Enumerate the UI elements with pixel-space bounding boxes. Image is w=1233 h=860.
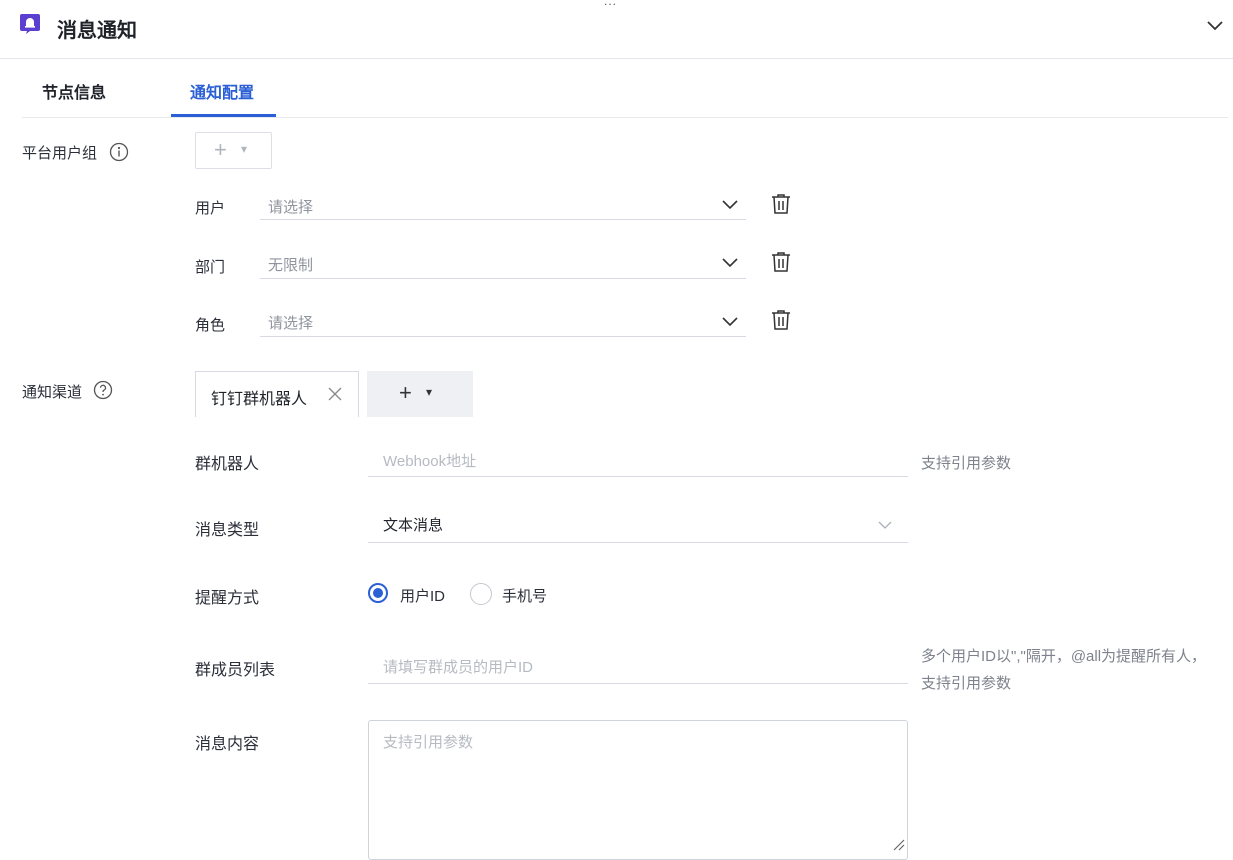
header-divider [0, 58, 1233, 59]
dept-label: 部门 [195, 259, 226, 276]
chevron-down-icon[interactable] [720, 194, 740, 214]
caret-down-icon: ▾ [241, 142, 248, 156]
channel-label: 通知渠道 [22, 384, 83, 401]
chevron-down-icon[interactable] [720, 311, 740, 331]
members-hint-line2: 支持引用参数 [921, 675, 1012, 692]
msg-type-label: 消息类型 [195, 522, 260, 539]
info-icon[interactable] [109, 142, 129, 162]
trash-icon[interactable] [769, 250, 793, 274]
webhook-underline [368, 476, 908, 477]
user-label: 用户 [195, 200, 226, 217]
role-label: 角色 [195, 317, 226, 334]
chevron-down-icon[interactable] [876, 516, 894, 534]
radio-phone[interactable] [470, 583, 492, 605]
members-label: 群成员列表 [195, 662, 276, 679]
trash-icon[interactable] [769, 192, 793, 216]
add-channel-button[interactable]: + ▾ [367, 371, 473, 417]
platform-group-label: 平台用户组 [22, 145, 98, 162]
tab-notify-config[interactable]: 通知配置 [190, 79, 254, 103]
caret-down-icon: ▾ [426, 385, 433, 399]
user-select-value[interactable]: 请选择 [268, 196, 313, 217]
user-select-underline [260, 219, 746, 220]
members-underline [368, 683, 908, 684]
question-icon[interactable] [93, 380, 113, 400]
plus-icon: + [399, 380, 412, 405]
add-user-group-button[interactable]: + ▾ [195, 132, 272, 169]
members-input[interactable]: 请填写群成员的用户ID [383, 656, 533, 677]
remind-label: 提醒方式 [195, 590, 260, 607]
top-drag-handle: ... [604, 0, 618, 8]
role-select-underline [260, 336, 746, 337]
msg-type-underline [368, 542, 908, 543]
resize-handle-icon[interactable] [890, 836, 906, 852]
webhook-input[interactable]: Webhook地址 [383, 450, 476, 471]
channel-tab-label[interactable]: 钉钉群机器人 [211, 385, 307, 409]
radio-user-id-label[interactable]: 用户ID [400, 585, 445, 606]
trash-icon[interactable] [769, 308, 793, 332]
plus-icon: + [214, 137, 227, 162]
notification-bell-icon [20, 14, 40, 34]
chevron-down-icon[interactable] [720, 252, 740, 272]
robot-hint: 支持引用参数 [921, 455, 1012, 472]
content-label: 消息内容 [195, 736, 260, 753]
close-icon[interactable] [326, 385, 344, 403]
radio-user-id[interactable] [368, 583, 388, 603]
dept-select-value[interactable]: 无限制 [268, 254, 313, 275]
tabs-divider [22, 117, 1228, 118]
content-placeholder: 支持引用参数 [383, 734, 474, 751]
chevron-down-icon[interactable] [1205, 16, 1225, 36]
tab-node-info[interactable]: 节点信息 [42, 79, 106, 103]
members-hint-line1: 多个用户ID以","隔开，@all为提醒所有人， [921, 648, 1207, 665]
dept-select-underline [260, 278, 746, 279]
radio-phone-label[interactable]: 手机号 [502, 585, 547, 606]
robot-label: 群机器人 [195, 456, 260, 473]
role-select-value[interactable]: 请选择 [268, 312, 313, 333]
msg-type-select[interactable]: 文本消息 [383, 514, 443, 535]
page-title: 消息通知 [57, 20, 137, 42]
